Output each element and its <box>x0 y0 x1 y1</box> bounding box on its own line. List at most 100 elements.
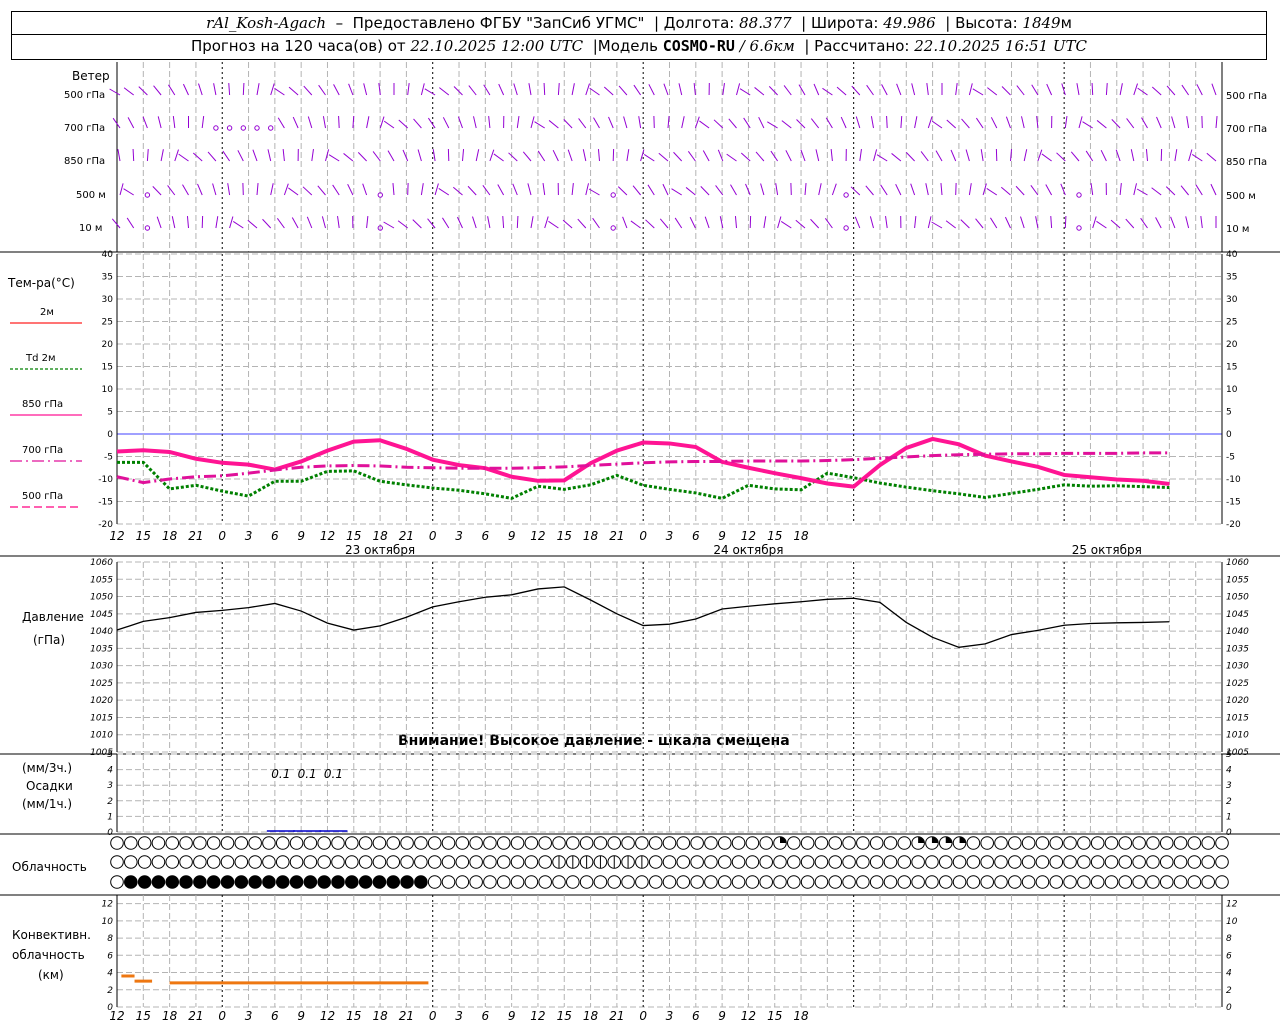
wind-barb <box>1100 149 1107 162</box>
cloud-cell <box>787 875 801 889</box>
cloud-cell <box>662 855 677 869</box>
wind-barb <box>482 184 491 196</box>
wind-barb <box>781 120 792 129</box>
pres-ytick-right: 1035 <box>1226 644 1249 654</box>
wind-barb <box>585 83 590 96</box>
cloud-cell <box>1187 875 1202 889</box>
wind-barb <box>886 115 888 129</box>
wind-barb <box>722 83 725 96</box>
wind-calm-circle <box>610 192 616 198</box>
wind-barb <box>1061 83 1066 96</box>
wind-barb <box>810 118 820 129</box>
precip-annotation: 0.1 <box>324 767 343 781</box>
cloud-cell <box>345 836 359 850</box>
wind-barb <box>1015 185 1025 196</box>
wind-barb <box>453 86 463 96</box>
wind-barb <box>207 151 217 162</box>
temp-ytick-right: -15 <box>1226 498 1241 508</box>
wind-calm-circle <box>843 192 849 198</box>
wind-level-right: 10 м <box>1226 224 1249 235</box>
wind-barb <box>321 216 326 229</box>
date-label: 23 октября <box>345 543 415 557</box>
cloud-cell <box>110 875 124 889</box>
wind-barb <box>1211 83 1217 96</box>
cloud-cell <box>538 875 552 889</box>
pres-ytick-left: 1045 <box>90 610 113 620</box>
wind-barb <box>487 216 491 229</box>
wind-barb <box>178 153 189 162</box>
conv-xtick: 9 <box>718 1009 726 1023</box>
pres-ytick-left: 1025 <box>90 679 113 689</box>
wind-barb <box>1133 183 1137 196</box>
wind-barb <box>840 116 847 129</box>
wind-barb <box>552 149 559 162</box>
wind-barb <box>876 154 888 162</box>
wind-barb <box>859 149 862 162</box>
wind-barb <box>567 149 573 162</box>
cloud-cell <box>745 875 760 889</box>
wind-barb <box>662 183 669 196</box>
wind-barb <box>1170 216 1176 229</box>
wind-barb <box>311 149 314 162</box>
wind-barb <box>473 116 477 129</box>
wind-barb <box>228 82 231 96</box>
temp-xtick: 9 <box>297 529 305 543</box>
cloud-cell <box>427 875 442 889</box>
cloud-cell <box>386 875 401 889</box>
temp-ytick-right: -5 <box>1226 453 1235 463</box>
cloud-cell <box>262 855 276 869</box>
wind-barb <box>1191 154 1203 162</box>
wind-barb <box>927 216 932 229</box>
cloud-cell <box>911 855 925 869</box>
cloud-cell <box>1077 836 1091 850</box>
cloud-cell <box>911 875 925 889</box>
wind-barb <box>537 150 546 162</box>
cloud-cell <box>1008 836 1022 850</box>
cloud-cell <box>124 855 138 869</box>
conv-xtick: 18 <box>162 1009 178 1023</box>
wind-barb <box>758 116 765 129</box>
wind-barb <box>1092 216 1097 229</box>
wind-barb <box>1210 183 1217 196</box>
wind-barb <box>172 116 176 129</box>
wind-barb <box>1165 186 1176 196</box>
wind-barb <box>468 85 477 96</box>
wind-barb <box>513 83 518 96</box>
cloud-cell <box>303 855 318 869</box>
wind-barb <box>127 117 135 129</box>
conv-ytick-left: 6 <box>107 951 113 961</box>
conv-xtick: 15 <box>136 1009 151 1023</box>
cloud-cell <box>676 836 691 850</box>
wind-barb <box>1180 185 1189 196</box>
cloud-cell <box>1021 836 1036 850</box>
wind-barb <box>502 215 505 229</box>
wind-barb <box>582 149 587 162</box>
wind-barb <box>745 183 751 196</box>
cloud-cell <box>1035 855 1050 869</box>
cloud-cell <box>925 855 939 869</box>
wind-barb <box>498 83 505 96</box>
pres-ytick-left: 1010 <box>90 731 113 741</box>
wind-barb <box>685 187 696 196</box>
wind-barb <box>362 183 368 196</box>
wind-barb <box>648 84 655 96</box>
temp-ytick-right: 0 <box>1226 430 1232 440</box>
wind-barb <box>1141 117 1148 129</box>
wind-barb <box>626 149 630 162</box>
cloud-cell <box>814 836 829 850</box>
wind-barb <box>755 151 765 162</box>
temp-ytick-right: 30 <box>1226 295 1238 305</box>
conv-xtick: 21 <box>399 1009 414 1023</box>
cloud-cell <box>193 875 207 889</box>
conv-xtick: 15 <box>346 1009 361 1023</box>
wind-barb <box>1082 121 1093 129</box>
temp-xtick: 3 <box>455 529 463 543</box>
wind-barb <box>366 116 370 129</box>
conv-xtick: 3 <box>666 1009 674 1023</box>
cloud-cell <box>856 855 870 869</box>
cloud-partial-mark <box>959 837 966 843</box>
temp-xtick: 12 <box>741 529 756 543</box>
wind-calm-circle <box>843 225 849 231</box>
wind-level-right: 500 м <box>1226 191 1256 202</box>
wind-barb <box>678 83 683 96</box>
